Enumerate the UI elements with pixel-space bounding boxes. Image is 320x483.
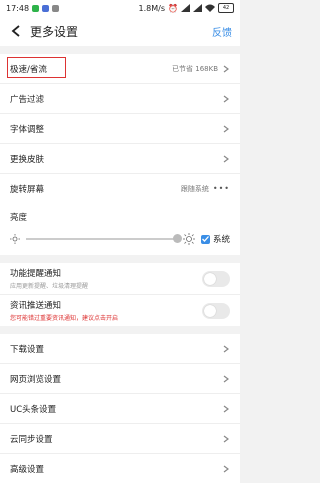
- battery-level: 42: [222, 5, 230, 11]
- browse-settings-row[interactable]: 网页浏览设置: [0, 363, 240, 393]
- download-settings-label: 下载设置: [10, 344, 45, 355]
- info-push-toggle[interactable]: [202, 302, 230, 319]
- checkmark-icon: [202, 236, 209, 242]
- more-icon: •••: [212, 184, 230, 193]
- settings-group-advanced: 下载设置 网页浏览设置 UC头条设置 云同步设置 高级设置: [0, 334, 240, 483]
- advanced-settings-label: 高级设置: [10, 464, 45, 475]
- status-bar: 17:48 1.8M/s ⏰ 42: [0, 0, 240, 16]
- network-speed: 1.8M/s: [138, 3, 166, 13]
- font-adjust-label: 字体调整: [10, 124, 45, 135]
- cloud-sync-settings-row[interactable]: 云同步设置: [0, 423, 240, 453]
- chevron-right-icon: [223, 95, 229, 102]
- back-button[interactable]: [8, 23, 24, 39]
- highlight-box: [7, 57, 66, 78]
- info-push-label: 资讯推送通知: [10, 301, 62, 311]
- chevron-right-icon: [223, 125, 229, 132]
- feedback-button[interactable]: 反馈: [212, 24, 232, 39]
- brightness-slider-handle[interactable]: [172, 234, 182, 243]
- uc-headline-settings-row[interactable]: UC头条设置: [0, 393, 240, 423]
- page-title: 更多设置: [30, 24, 79, 39]
- brightness-low-icon: [10, 234, 20, 244]
- chevron-right-icon: [223, 435, 229, 442]
- brightness-high-icon: [182, 233, 195, 245]
- app-notification-icon: [32, 4, 40, 12]
- battery-icon: 42: [218, 3, 234, 13]
- signal-icon: [193, 4, 202, 12]
- app-notification-icon: [52, 4, 60, 12]
- feature-notification-desc: 应用更新提醒、垃圾清理提醒: [10, 283, 89, 290]
- rotate-screen-value: 跟随系统: [180, 184, 209, 193]
- brightness-slider[interactable]: [26, 234, 182, 243]
- chevron-right-icon: [223, 345, 229, 352]
- chevron-right-icon: [223, 65, 229, 72]
- system-brightness-label: 系统: [212, 235, 230, 245]
- rotate-screen-row[interactable]: 旋转屏幕 跟随系统 •••: [0, 173, 240, 203]
- font-adjust-row[interactable]: 字体调整: [0, 113, 240, 143]
- app-notification-icon: [42, 4, 50, 12]
- chevron-right-icon: [223, 375, 229, 382]
- chevron-right-icon: [223, 155, 229, 162]
- change-skin-row[interactable]: 更换皮肤: [0, 143, 240, 173]
- chevron-right-icon: [223, 405, 229, 412]
- speed-saving-value: 已节省 168KB: [172, 64, 218, 73]
- settings-group-general: 极速/省流 已节省 168KB 广告过滤 字体调整 更换皮肤 旋转屏幕 跟随系统…: [0, 54, 240, 255]
- signal-icon: [181, 4, 190, 12]
- ad-filter-label: 广告过滤: [10, 94, 45, 105]
- ad-filter-row[interactable]: 广告过滤: [0, 83, 240, 113]
- alarm-icon: ⏰: [168, 3, 178, 13]
- brightness-row: 亮度 系统: [0, 203, 240, 255]
- speed-saving-row[interactable]: 极速/省流 已节省 168KB: [0, 54, 240, 83]
- info-push-desc: 您可能错过重要资讯通知，建议点击开启: [10, 315, 119, 322]
- uc-headline-settings-label: UC头条设置: [10, 404, 57, 415]
- advanced-settings-row[interactable]: 高级设置: [0, 453, 240, 483]
- wifi-icon: [205, 4, 215, 12]
- brightness-label: 亮度: [10, 213, 28, 223]
- header: 更多设置 反馈: [0, 16, 240, 46]
- feature-notification-label: 功能提醒通知: [10, 269, 62, 279]
- feature-notification-toggle[interactable]: [202, 270, 230, 287]
- browse-settings-label: 网页浏览设置: [10, 374, 62, 385]
- rotate-screen-label: 旋转屏幕: [10, 184, 45, 195]
- status-time: 17:48: [6, 3, 30, 13]
- back-arrow-icon: [11, 25, 20, 37]
- system-brightness-checkbox[interactable]: [200, 234, 210, 244]
- settings-group-notifications: 功能提醒通知 应用更新提醒、垃圾清理提醒 资讯推送通知 您可能错过重要资讯通知，…: [0, 263, 240, 326]
- feature-notification-row: 功能提醒通知 应用更新提醒、垃圾清理提醒: [0, 263, 240, 294]
- info-push-row: 资讯推送通知 您可能错过重要资讯通知，建议点击开启: [0, 294, 240, 326]
- cloud-sync-settings-label: 云同步设置: [10, 434, 53, 445]
- download-settings-row[interactable]: 下载设置: [0, 334, 240, 363]
- change-skin-label: 更换皮肤: [10, 154, 45, 165]
- chevron-right-icon: [223, 465, 229, 472]
